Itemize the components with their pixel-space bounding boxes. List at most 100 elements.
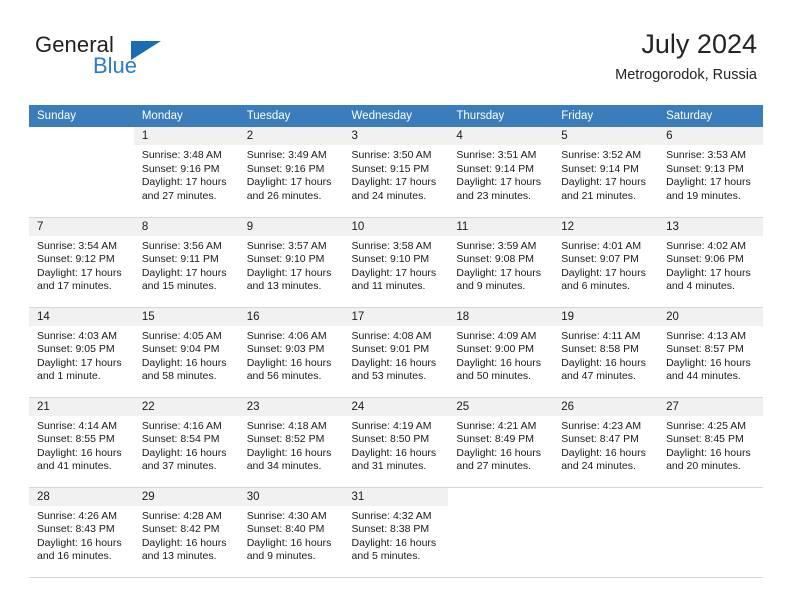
daylight-text-line1: Daylight: 17 hours — [246, 176, 332, 189]
daylight-text-line2: and 26 minutes. — [246, 189, 322, 202]
calendar-cell-empty — [658, 487, 763, 578]
calendar-day-cell[interactable]: 16 Sunrise: 4:06 AM Sunset: 9:03 PM Dayligh… — [238, 307, 344, 398]
day-info: Sunrise: 4:25 AM Sunset: 8:45 PM Daylight:… — [658, 416, 763, 474]
calendar-day-cell[interactable]: 15 Sunrise: 4:05 AM Sunset: 9:04 PM Dayligh… — [133, 307, 239, 398]
calendar-day-cell[interactable]: 20 Sunrise: 4:13 AM Sunset: 8:57 PM Dayligh… — [658, 307, 763, 398]
day-info: Sunrise: 3:57 AM Sunset: 9:10 PM Daylight:… — [239, 236, 344, 294]
sunset-text: Sunset: 9:08 PM — [456, 253, 535, 266]
calendar-cell-empty — [29, 127, 134, 218]
calendar-day-cell[interactable]: 4 Sunrise: 3:51 AM Sunset: 9:14 PM Daylight… — [448, 127, 554, 218]
sunset-text: Sunset: 9:12 PM — [37, 253, 115, 266]
daylight-text-line2: and 21 minutes. — [561, 189, 636, 202]
calendar-day-cell[interactable]: 29 Sunrise: 4:28 AM Sunset: 8:42 PM Dayligh… — [133, 487, 239, 578]
day-number: 19 — [553, 307, 659, 326]
sunrise-text: Sunrise: 4:01 AM — [561, 239, 642, 252]
calendar-day-cell[interactable]: 19 Sunrise: 4:11 AM Sunset: 8:58 PM Dayligh… — [553, 307, 659, 398]
day-cell-content — [658, 488, 763, 577]
day-info: Sunrise: 3:59 AM Sunset: 9:08 PM Daylight:… — [448, 236, 553, 294]
daylight-text-line1: Daylight: 16 hours — [246, 536, 332, 549]
sunset-text: Sunset: 9:07 PM — [561, 253, 639, 266]
sunset-text: Sunset: 9:06 PM — [666, 253, 744, 266]
calendar-day-cell[interactable]: 11 Sunrise: 3:59 AM Sunset: 9:08 PM Dayligh… — [448, 217, 554, 308]
day-cell-content: 6 Sunrise: 3:53 AM Sunset: 9:13 PM Daylight… — [658, 127, 763, 216]
calendar-week-row: 1 Sunrise: 3:48 AM Sunset: 9:16 PM Daylight… — [29, 127, 763, 218]
daylight-text-line1: Daylight: 16 hours — [456, 356, 542, 369]
day-cell-content — [553, 488, 658, 577]
calendar-day-cell[interactable]: 9 Sunrise: 3:57 AM Sunset: 9:10 PM Daylight… — [238, 217, 344, 308]
sunset-text: Sunset: 8:43 PM — [37, 523, 115, 536]
daylight-text-line2: and 44 minutes. — [666, 370, 741, 383]
calendar-day-cell[interactable]: 27 Sunrise: 4:25 AM Sunset: 8:45 PM Dayligh… — [658, 397, 763, 488]
calendar-day-cell[interactable]: 12 Sunrise: 4:01 AM Sunset: 9:07 PM Dayligh… — [553, 217, 659, 308]
day-cell-content: 2 Sunrise: 3:49 AM Sunset: 9:16 PM Daylight… — [238, 127, 344, 216]
day-cell-content: 19 Sunrise: 4:11 AM Sunset: 8:58 PM Dayligh… — [553, 307, 659, 397]
title-block: July 2024 Metrogorodok, Russia — [615, 28, 757, 86]
day-cell-content: 13 Sunrise: 4:02 AM Sunset: 9:06 PM Dayligh… — [658, 217, 763, 307]
daylight-text-line2: and 27 minutes. — [456, 460, 532, 473]
calendar-day-cell[interactable]: 21 Sunrise: 4:14 AM Sunset: 8:55 PM Dayligh… — [29, 397, 134, 488]
sunset-text: Sunset: 8:52 PM — [246, 433, 325, 446]
brand-logo[interactable]: General Blue — [35, 32, 215, 86]
daylight-text-line2: and 9 minutes. — [456, 280, 526, 293]
calendar-day-cell[interactable]: 25 Sunrise: 4:21 AM Sunset: 8:49 PM Dayligh… — [448, 397, 554, 488]
daylight-text-line2: and 19 minutes. — [666, 189, 741, 202]
sunset-text: Sunset: 9:10 PM — [351, 253, 430, 266]
calendar-grid: Sunday Monday Tuesday Wednesday Thursday Frid… — [29, 105, 763, 578]
calendar-day-cell[interactable]: 14 Sunrise: 4:03 AM Sunset: 9:05 PM Dayligh… — [29, 307, 134, 398]
daylight-text-line1: Daylight: 17 hours — [141, 176, 227, 189]
daylight-text-line1: Daylight: 17 hours — [351, 176, 437, 189]
calendar-day-cell[interactable]: 8 Sunrise: 3:56 AM Sunset: 9:11 PM Daylight… — [133, 217, 239, 308]
day-number — [29, 127, 134, 145]
calendar-day-cell[interactable]: 24 Sunrise: 4:19 AM Sunset: 8:50 PM Dayligh… — [343, 397, 449, 488]
daylight-text-line2: and 13 minutes. — [141, 550, 217, 563]
calendar-day-cell[interactable]: 26 Sunrise: 4:23 AM Sunset: 8:47 PM Dayligh… — [553, 397, 659, 488]
calendar-day-cell[interactable]: 31 Sunrise: 4:32 AM Sunset: 8:38 PM Dayligh… — [343, 487, 449, 578]
daylight-text-line2: and 56 minutes. — [246, 370, 322, 383]
sunset-text: Sunset: 9:11 PM — [141, 253, 219, 266]
day-info: Sunrise: 4:30 AM Sunset: 8:40 PM Daylight:… — [239, 506, 344, 564]
day-info: Sunrise: 4:16 AM Sunset: 8:54 PM Daylight:… — [134, 416, 239, 474]
sunset-text: Sunset: 8:49 PM — [456, 433, 535, 446]
calendar-day-cell[interactable]: 30 Sunrise: 4:30 AM Sunset: 8:40 PM Dayligh… — [238, 487, 344, 578]
day-cell-content: 21 Sunrise: 4:14 AM Sunset: 8:55 PM Dayligh… — [29, 397, 134, 487]
sunrise-text: Sunrise: 4:02 AM — [666, 239, 747, 252]
calendar-day-cell[interactable]: 3 Sunrise: 3:50 AM Sunset: 9:15 PM Daylight… — [343, 127, 449, 218]
calendar-day-cell[interactable]: 22 Sunrise: 4:16 AM Sunset: 8:54 PM Dayligh… — [133, 397, 239, 488]
calendar-day-cell[interactable]: 5 Sunrise: 3:52 AM Sunset: 9:14 PM Daylight… — [553, 127, 659, 218]
calendar-day-cell[interactable]: 1 Sunrise: 3:48 AM Sunset: 9:16 PM Daylight… — [133, 127, 239, 218]
calendar-day-cell[interactable]: 28 Sunrise: 4:26 AM Sunset: 8:43 PM Dayligh… — [29, 487, 134, 578]
day-cell-content: 14 Sunrise: 4:03 AM Sunset: 9:05 PM Dayligh… — [29, 307, 134, 397]
daylight-text-line1: Daylight: 17 hours — [456, 176, 542, 189]
sunset-text: Sunset: 9:16 PM — [141, 162, 220, 175]
daylight-text-line2: and 24 minutes. — [351, 189, 427, 202]
day-cell-content: 27 Sunrise: 4:25 AM Sunset: 8:45 PM Dayligh… — [658, 397, 763, 487]
calendar-day-cell[interactable]: 2 Sunrise: 3:49 AM Sunset: 9:16 PM Daylight… — [238, 127, 344, 218]
sunset-text: Sunset: 8:57 PM — [666, 343, 744, 356]
day-info: Sunrise: 4:21 AM Sunset: 8:49 PM Daylight:… — [448, 416, 553, 474]
calendar-day-cell[interactable]: 10 Sunrise: 3:58 AM Sunset: 9:10 PM Dayligh… — [343, 217, 449, 308]
sunset-text: Sunset: 9:03 PM — [246, 343, 325, 356]
day-number: 14 — [29, 307, 134, 326]
day-number: 10 — [343, 217, 449, 236]
day-number — [448, 488, 553, 506]
calendar-day-cell[interactable]: 17 Sunrise: 4:08 AM Sunset: 9:01 PM Dayligh… — [343, 307, 449, 398]
calendar-day-cell[interactable]: 13 Sunrise: 4:02 AM Sunset: 9:06 PM Dayligh… — [658, 217, 763, 308]
day-number: 23 — [238, 397, 344, 416]
page-header: General Blue July 2024 Metrogorodok, Rus… — [35, 28, 757, 90]
sunrise-text: Sunrise: 4:23 AM — [561, 419, 642, 432]
sunrise-text: Sunrise: 3:56 AM — [141, 239, 222, 252]
daylight-text-line1: Daylight: 16 hours — [456, 446, 542, 459]
calendar-day-cell[interactable]: 23 Sunrise: 4:18 AM Sunset: 8:52 PM Dayligh… — [238, 397, 344, 488]
daylight-text-line1: Daylight: 16 hours — [561, 356, 646, 369]
day-number: 6 — [658, 127, 763, 145]
calendar-day-cell[interactable]: 7 Sunrise: 3:54 AM Sunset: 9:12 PM Daylight… — [29, 217, 134, 308]
daylight-text-line1: Daylight: 16 hours — [351, 446, 437, 459]
daylight-text-line2: and 23 minutes. — [456, 189, 532, 202]
sunrise-text: Sunrise: 3:52 AM — [561, 149, 642, 161]
calendar-day-cell[interactable]: 6 Sunrise: 3:53 AM Sunset: 9:13 PM Daylight… — [658, 127, 763, 218]
day-info: Sunrise: 4:19 AM Sunset: 8:50 PM Daylight:… — [344, 416, 449, 474]
day-number: 21 — [29, 397, 134, 416]
daylight-text-line1: Daylight: 16 hours — [351, 536, 437, 549]
calendar-day-cell[interactable]: 18 Sunrise: 4:09 AM Sunset: 9:00 PM Dayligh… — [448, 307, 554, 398]
day-cell-content: 4 Sunrise: 3:51 AM Sunset: 9:14 PM Daylight… — [448, 127, 554, 216]
